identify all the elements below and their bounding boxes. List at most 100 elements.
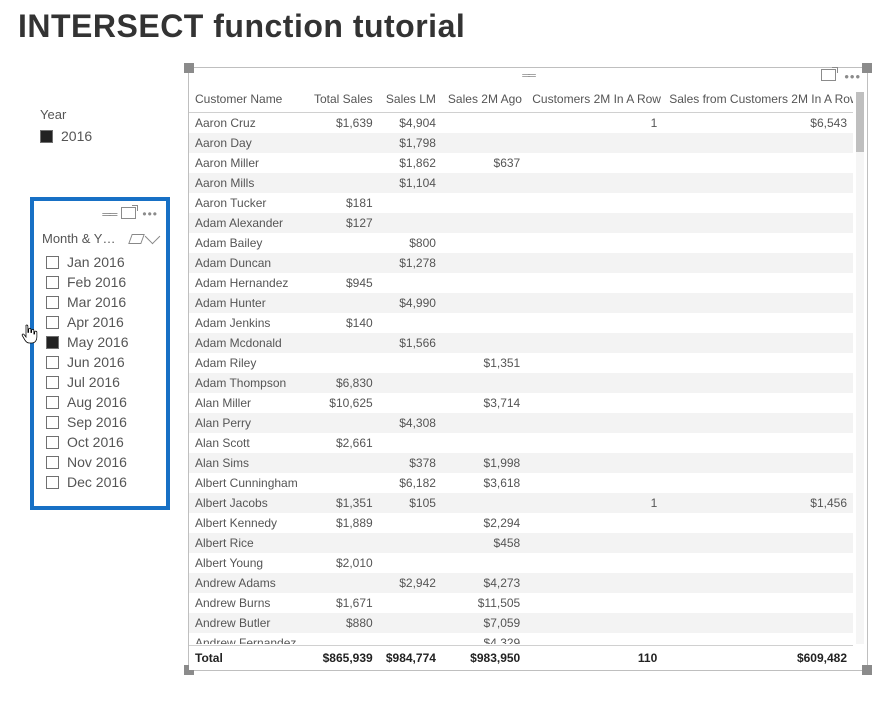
table-row[interactable]: Alan Scott$2,661	[189, 433, 853, 453]
checkbox-icon[interactable]	[46, 296, 59, 309]
col-header-sales-2m[interactable]: Sales 2M Ago	[442, 86, 526, 113]
pointer-cursor-icon	[20, 323, 38, 345]
checkbox-icon[interactable]	[46, 276, 59, 289]
col-header-total-sales[interactable]: Total Sales	[305, 86, 379, 113]
checkbox-icon[interactable]	[46, 416, 59, 429]
drag-handle-icon[interactable]: ══	[522, 70, 534, 82]
table-row[interactable]: Adam Hernandez$945	[189, 273, 853, 293]
table-row[interactable]: Adam Hunter$4,990	[189, 293, 853, 313]
table-row[interactable]: Alan Perry$4,308	[189, 413, 853, 433]
cell-customer-name: Alan Perry	[189, 413, 305, 433]
cell-total-sales	[305, 253, 379, 273]
month-slicer-item[interactable]: Mar 2016	[42, 292, 158, 312]
vertical-scrollbar[interactable]	[856, 92, 864, 644]
table-row[interactable]: Adam Jenkins$140	[189, 313, 853, 333]
table-row[interactable]: Adam Thompson$6,830	[189, 373, 853, 393]
totals-total-sales: $865,939	[305, 646, 379, 670]
resize-handle-icon[interactable]	[862, 665, 872, 675]
cell-sales-lm	[379, 593, 442, 613]
cell-total-sales	[305, 173, 379, 193]
cell-sfc-2m	[663, 293, 853, 313]
cell-sales-lm: $1,566	[379, 333, 442, 353]
month-slicer-item[interactable]: Nov 2016	[42, 452, 158, 472]
table-row[interactable]: Albert Rice$458	[189, 533, 853, 553]
scroll-thumb[interactable]	[856, 92, 864, 152]
table-row[interactable]: Albert Young$2,010	[189, 553, 853, 573]
table-row[interactable]: Andrew Adams$2,942$4,273	[189, 573, 853, 593]
table-row[interactable]: Aaron Mills$1,104	[189, 173, 853, 193]
checkbox-icon[interactable]	[46, 396, 59, 409]
col-header-sales-from-customers-2m[interactable]: Sales from Customers 2M In A Row	[663, 86, 853, 113]
table-row[interactable]: Albert Kennedy$1,889$2,294	[189, 513, 853, 533]
year-slicer[interactable]: Year 2016	[40, 107, 180, 144]
data-table-visual[interactable]: ══ ••• Customer Name Total Sales	[188, 67, 868, 671]
cell-customer-name: Adam Jenkins	[189, 313, 305, 333]
month-slicer-item[interactable]: Jul 2016	[42, 372, 158, 392]
cell-customers-2m	[526, 513, 663, 533]
table-row[interactable]: Andrew Fernandez$4,329	[189, 633, 853, 644]
checkbox-icon[interactable]	[46, 376, 59, 389]
cell-total-sales	[305, 413, 379, 433]
cell-sfc-2m	[663, 433, 853, 453]
table-row[interactable]: Aaron Cruz$1,639$4,9041$6,543	[189, 113, 853, 134]
cell-sales-2m	[442, 233, 526, 253]
cell-total-sales: $1,671	[305, 593, 379, 613]
table-row[interactable]: Alan Sims$378$1,998	[189, 453, 853, 473]
cell-customers-2m	[526, 393, 663, 413]
checkbox-icon[interactable]	[46, 356, 59, 369]
cell-customers-2m	[526, 633, 663, 644]
cell-sales-lm	[379, 193, 442, 213]
table-row[interactable]: Adam Riley$1,351	[189, 353, 853, 373]
cell-customers-2m	[526, 213, 663, 233]
month-slicer-item[interactable]: Jan 2016	[42, 252, 158, 272]
year-slicer-item[interactable]: 2016	[40, 128, 180, 144]
cell-total-sales	[305, 533, 379, 553]
more-options-icon[interactable]: •••	[844, 69, 861, 84]
cell-total-sales: $1,889	[305, 513, 379, 533]
cell-sales-2m	[442, 333, 526, 353]
more-options-icon[interactable]: •••	[142, 207, 158, 221]
cell-customers-2m	[526, 613, 663, 633]
table-row[interactable]: Alan Miller$10,625$3,714	[189, 393, 853, 413]
month-slicer-item[interactable]: May 2016	[42, 332, 158, 352]
table-row[interactable]: Aaron Miller$1,862$637	[189, 153, 853, 173]
table-row[interactable]: Albert Cunningham$6,182$3,618	[189, 473, 853, 493]
month-slicer-item[interactable]: Apr 2016	[42, 312, 158, 332]
chevron-down-icon[interactable]	[145, 229, 161, 245]
month-slicer-item[interactable]: Sep 2016	[42, 412, 158, 432]
table-row[interactable]: Adam Mcdonald$1,566	[189, 333, 853, 353]
month-slicer-item[interactable]: Dec 2016	[42, 472, 158, 492]
table-row[interactable]: Andrew Burns$1,671$11,505	[189, 593, 853, 613]
col-header-customers-2m[interactable]: Customers 2M In A Row	[526, 86, 663, 113]
drag-handle-icon[interactable]: ══	[102, 207, 115, 221]
month-slicer-item[interactable]: Aug 2016	[42, 392, 158, 412]
table-row[interactable]: Aaron Tucker$181	[189, 193, 853, 213]
table-row[interactable]: Adam Alexander$127	[189, 213, 853, 233]
month-slicer-item[interactable]: Oct 2016	[42, 432, 158, 452]
cell-sfc-2m	[663, 333, 853, 353]
month-slicer-item[interactable]: Jun 2016	[42, 352, 158, 372]
cell-customer-name: Alan Miller	[189, 393, 305, 413]
table-row[interactable]: Albert Jacobs$1,351$1051$1,456	[189, 493, 853, 513]
clear-selection-icon[interactable]	[128, 234, 145, 244]
table-row[interactable]: Adam Duncan$1,278	[189, 253, 853, 273]
cell-customers-2m	[526, 553, 663, 573]
month-slicer[interactable]: ══ ••• Month & Y… Jan 2016Feb 2016Mar 20…	[30, 197, 170, 510]
focus-mode-icon[interactable]	[821, 69, 836, 81]
table-row[interactable]: Adam Bailey$800	[189, 233, 853, 253]
checkbox-icon[interactable]	[46, 316, 59, 329]
focus-mode-icon[interactable]	[121, 207, 136, 219]
table-row[interactable]: Andrew Butler$880$7,059	[189, 613, 853, 633]
cell-sales-lm: $1,862	[379, 153, 442, 173]
month-slicer-item[interactable]: Feb 2016	[42, 272, 158, 292]
col-header-customer[interactable]: Customer Name	[189, 86, 305, 113]
col-header-sales-lm[interactable]: Sales LM	[379, 86, 442, 113]
cell-sales-lm	[379, 353, 442, 373]
table-row[interactable]: Aaron Day$1,798	[189, 133, 853, 153]
checkbox-icon[interactable]	[46, 436, 59, 449]
checkbox-icon[interactable]	[46, 456, 59, 469]
checkbox-icon[interactable]	[46, 256, 59, 269]
checkbox-icon[interactable]	[46, 476, 59, 489]
checkbox-icon[interactable]	[40, 130, 53, 143]
checkbox-icon[interactable]	[46, 336, 59, 349]
